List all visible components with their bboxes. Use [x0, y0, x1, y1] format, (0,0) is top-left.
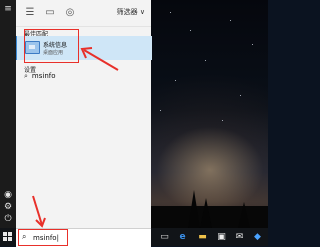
- task-view-icon[interactable]: ▭: [159, 232, 170, 243]
- filter-dropdown[interactable]: 筛选器 ∨: [117, 7, 145, 17]
- windows-start-icon[interactable]: [3, 232, 13, 242]
- settings-result-label: msinfo: [31, 72, 56, 80]
- chevron-down-icon: ∨: [139, 8, 145, 16]
- mail-icon[interactable]: ✉: [234, 232, 245, 243]
- user-icon[interactable]: ◉: [3, 190, 13, 200]
- settings-result-msinfo[interactable]: ⌕ msinfo: [24, 72, 56, 81]
- start-menu-tabs: ☰ ▭ ◎ 筛选器 ∨: [16, 0, 151, 27]
- app-icon[interactable]: ◆: [252, 232, 263, 243]
- store-icon[interactable]: ▣: [216, 232, 227, 243]
- annotation-box-best-match: [24, 29, 79, 63]
- tab-documents-icon[interactable]: ▭: [44, 7, 56, 19]
- search-icon: ⌕: [24, 72, 28, 80]
- tab-web-icon[interactable]: ◎: [64, 7, 76, 19]
- annotation-box-search: [18, 229, 68, 246]
- edge-browser-icon[interactable]: e: [177, 232, 188, 243]
- tab-all-icon[interactable]: ☰: [24, 7, 36, 19]
- filter-label: 筛选器: [116, 8, 138, 16]
- file-explorer-icon[interactable]: ▬: [197, 232, 208, 243]
- start-menu-rail: ≡ ◉ ⚙ ⏻: [0, 0, 16, 228]
- settings-gear-icon[interactable]: ⚙: [3, 202, 13, 212]
- hamburger-menu-icon[interactable]: ≡: [3, 4, 13, 14]
- power-icon[interactable]: ⏻: [3, 214, 13, 224]
